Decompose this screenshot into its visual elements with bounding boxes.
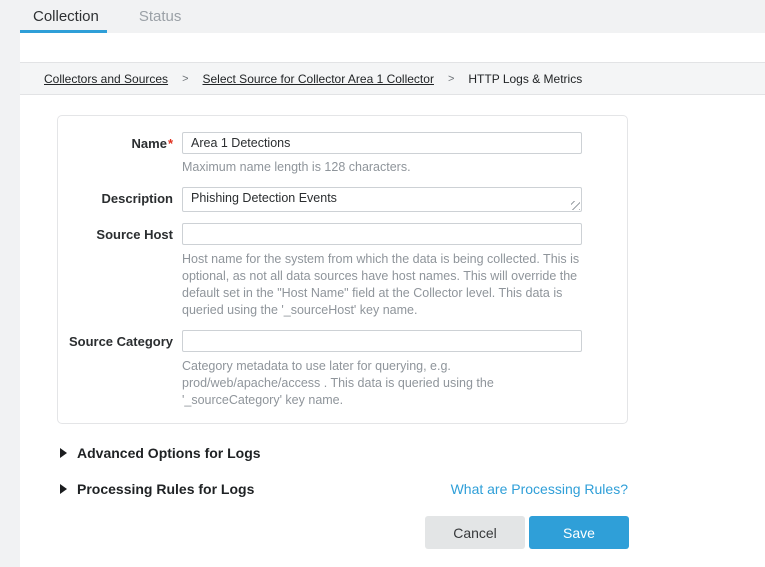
processing-rules-toggle[interactable]: Processing Rules for Logs — [60, 481, 254, 497]
name-label-text: Name — [132, 136, 167, 151]
advanced-options-toggle[interactable]: Advanced Options for Logs — [60, 445, 261, 461]
description-textarea-wrap: Phishing Detection Events — [182, 187, 582, 212]
breadcrumb-separator: > — [448, 73, 454, 85]
name-help-text: Maximum name length is 128 characters. — [182, 159, 582, 176]
name-input[interactable] — [182, 132, 582, 154]
source-category-label: Source Category — [58, 330, 173, 409]
breadcrumb-current-page: HTTP Logs & Metrics — [468, 72, 582, 86]
name-label: Name* — [58, 132, 173, 176]
source-category-field-group: Category metadata to use later for query… — [182, 330, 582, 409]
cancel-button[interactable]: Cancel — [425, 516, 525, 549]
description-field-group: Phishing Detection Events — [182, 187, 582, 212]
form-row-source-host: Source Host Host name for the system fro… — [58, 223, 627, 319]
form-row-description: Description Phishing Detection Events — [58, 187, 627, 212]
source-config-panel: Name* Maximum name length is 128 charact… — [57, 115, 628, 424]
collapsible-sections: Advanced Options for Logs Processing Rul… — [60, 444, 628, 498]
breadcrumb-link-collectors-and-sources[interactable]: Collectors and Sources — [44, 72, 168, 86]
advanced-options-title: Advanced Options for Logs — [77, 445, 261, 461]
breadcrumb: Collectors and Sources > Select Source f… — [20, 62, 765, 95]
main-content: Collectors and Sources > Select Source f… — [20, 33, 765, 567]
save-button[interactable]: Save — [529, 516, 629, 549]
breadcrumb-link-select-source[interactable]: Select Source for Collector Area 1 Colle… — [203, 72, 434, 86]
tab-collection[interactable]: Collection — [33, 0, 99, 33]
source-category-help-text: Category metadata to use later for query… — [182, 358, 582, 409]
required-asterisk: * — [168, 136, 173, 151]
triangle-right-icon — [60, 448, 67, 458]
breadcrumb-separator: > — [182, 73, 188, 85]
processing-rules-help-link[interactable]: What are Processing Rules? — [451, 481, 628, 497]
source-host-help-text: Host name for the system from which the … — [182, 251, 582, 319]
tab-status[interactable]: Status — [139, 0, 182, 33]
source-host-field-group: Host name for the system from which the … — [182, 223, 582, 319]
description-label: Description — [58, 187, 173, 212]
source-category-input[interactable] — [182, 330, 582, 352]
app-window: Collection Status Collectors and Sources… — [0, 0, 765, 567]
source-host-label: Source Host — [58, 223, 173, 319]
name-field-group: Maximum name length is 128 characters. — [182, 132, 582, 176]
triangle-right-icon — [60, 484, 67, 494]
top-tab-bar: Collection Status — [0, 0, 765, 33]
description-textarea[interactable]: Phishing Detection Events — [182, 187, 582, 212]
advanced-options-row: Advanced Options for Logs — [60, 444, 628, 462]
source-host-input[interactable] — [182, 223, 582, 245]
processing-rules-row: Processing Rules for Logs What are Proce… — [60, 480, 628, 498]
processing-rules-title: Processing Rules for Logs — [77, 481, 254, 497]
form-row-name: Name* Maximum name length is 128 charact… — [58, 132, 627, 176]
form-row-source-category: Source Category Category metadata to use… — [58, 330, 627, 409]
action-buttons: Cancel Save — [60, 516, 629, 549]
